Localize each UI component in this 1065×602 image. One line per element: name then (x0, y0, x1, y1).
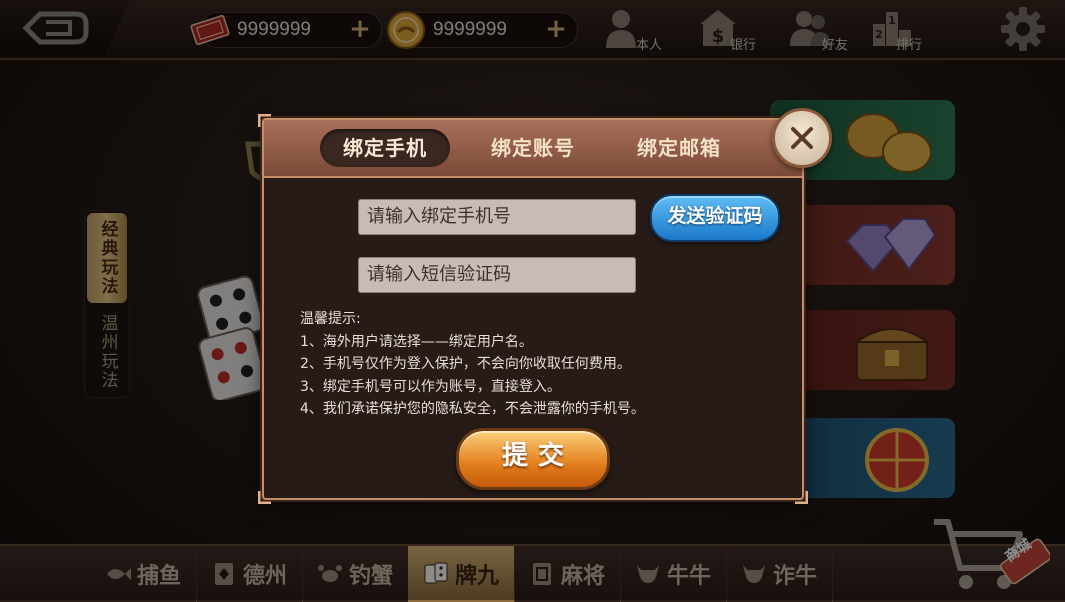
tips-title: 温馨提示: (300, 311, 361, 327)
tab-bind-account[interactable]: 绑定账号 (468, 129, 598, 167)
tips-block: 温馨提示: 1、海外用户请选择——绑定用户名。 2、手机号仅作为登入保护，不会向… (300, 308, 780, 421)
corner-ornament-icon (258, 114, 271, 127)
corner-ornament-icon (258, 491, 271, 504)
phone-number-input[interactable] (358, 199, 636, 235)
tab-bind-phone[interactable]: 绑定手机 (320, 129, 450, 167)
sms-code-input[interactable] (358, 257, 636, 293)
tip-item: 2、手机号仅作为登入保护，不会向你收取任何费用。 (300, 356, 631, 372)
close-button[interactable] (772, 108, 832, 168)
corner-ornament-icon (795, 491, 808, 504)
dialog-tab-bar: 绑定手机 绑定账号 绑定邮箱 (264, 120, 802, 178)
tip-item: 3、绑定手机号可以作为账号，直接登入。 (300, 378, 561, 395)
tip-item: 1、海外用户请选择——绑定用户名。 (300, 333, 533, 350)
tab-bind-email[interactable]: 绑定邮箱 (614, 129, 744, 167)
close-icon (791, 127, 813, 149)
tip-item: 4、我们承诺保护您的隐私安全，不会泄露你的手机号。 (300, 401, 645, 417)
submit-button[interactable]: 提交 (456, 428, 610, 490)
send-code-button[interactable]: 发送验证码 (650, 194, 780, 242)
